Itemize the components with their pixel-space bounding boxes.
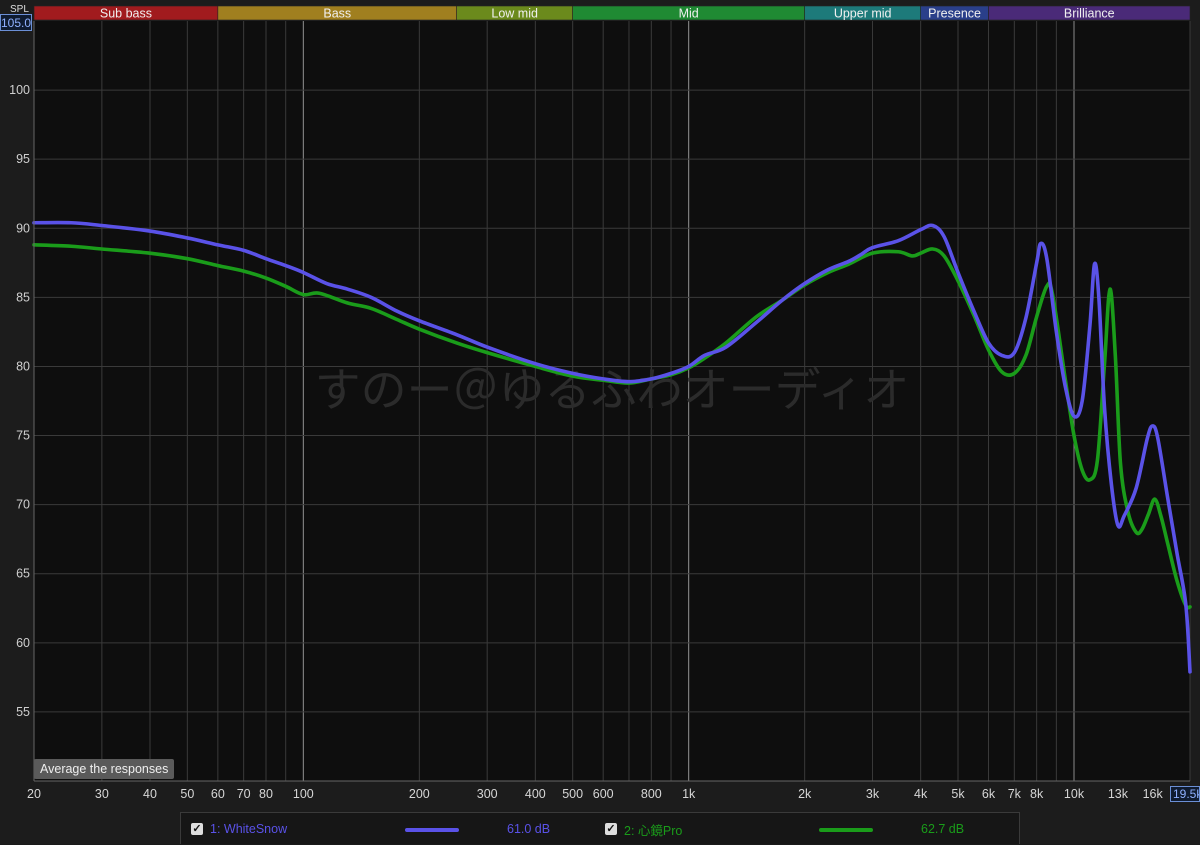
- x-tick-label: 100: [293, 787, 314, 801]
- x-tick-label: 30: [95, 787, 109, 801]
- average-responses-button[interactable]: Average the responses: [34, 759, 175, 779]
- x-tick-label: 50: [180, 787, 194, 801]
- y-tick-label: 55: [16, 705, 30, 719]
- y-tick-label: 90: [16, 221, 30, 235]
- band-label: Upper mid: [834, 7, 892, 21]
- x-tick-label: 300: [477, 787, 498, 801]
- band-label: Mid: [679, 7, 699, 21]
- x-tick-label: 10k: [1064, 787, 1085, 801]
- legend-value-whitesnow: 61.0 dB: [507, 822, 551, 836]
- x-tick-label: 500: [562, 787, 583, 801]
- x-tick-label: 7k: [1008, 787, 1022, 801]
- x-tick-label: 2k: [798, 787, 812, 801]
- x-tick-label: 5k: [951, 787, 965, 801]
- y-tick-label: 100: [9, 83, 30, 97]
- legend-label-whitesnow: 1: WhiteSnow: [210, 822, 288, 836]
- y-tick-label: 95: [16, 152, 30, 166]
- band-label: Low mid: [491, 7, 538, 21]
- checkbox-shinkyo-pro[interactable]: ✓: [605, 823, 617, 835]
- y-tick-label: 70: [16, 498, 30, 512]
- y-tick-label: 60: [16, 636, 30, 650]
- x-right-readout[interactable]: 19.5k: [1170, 786, 1200, 802]
- legend-line-whitesnow: [405, 828, 459, 832]
- legend-label-shinkyo-pro: 2: 心鏡Pro: [624, 823, 683, 838]
- x-tick-label: 400: [525, 787, 546, 801]
- y-tick-label: 85: [16, 290, 30, 304]
- checkbox-whitesnow[interactable]: ✓: [191, 823, 203, 835]
- x-tick-label: 800: [641, 787, 662, 801]
- x-tick-label: 16k: [1143, 787, 1164, 801]
- legend-line-shinkyo-pro: [819, 828, 873, 832]
- frequency-response-app: 55 60 65 70 75 80 85 90 95 100 20 30 40 50 60 70 80 100 20…: [0, 0, 1200, 844]
- x-tick-label: 8k: [1030, 787, 1044, 801]
- x-tick-label: 13k: [1108, 787, 1129, 801]
- legend-panel: ✓ 1: WhiteSnow 61.0 dB ✓ 2: 心鏡Pro 62.7 d…: [180, 812, 1020, 844]
- y-tick-label: 75: [16, 429, 30, 443]
- band-label: Bass: [323, 7, 351, 21]
- legend-value-shinkyo-pro: 62.7 dB: [921, 822, 965, 836]
- y-tick-label: 80: [16, 359, 30, 373]
- x-tick-label: 80: [259, 787, 273, 801]
- y-tick-label: 65: [16, 567, 30, 581]
- legend-item-shinkyo-pro[interactable]: ✓ 2: 心鏡Pro: [605, 813, 682, 845]
- x-tick-label: 6k: [982, 787, 996, 801]
- x-tick-label: 600: [593, 787, 614, 801]
- frequency-response-plot: 55 60 65 70 75 80 85 90 95 100 20 30 40 50 60 70 80 100 20…: [9, 5, 1192, 801]
- x-tick-label: 3k: [866, 787, 880, 801]
- x-tick-label: 60: [211, 787, 225, 801]
- legend-item-whitesnow[interactable]: ✓ 1: WhiteSnow: [191, 813, 287, 845]
- x-tick-label: 200: [409, 787, 430, 801]
- x-tick-label: 20: [27, 787, 41, 801]
- y-top-readout[interactable]: 105.00: [0, 14, 32, 31]
- x-tick-label: 1k: [682, 787, 696, 801]
- x-tick-label: 40: [143, 787, 157, 801]
- x-tick-label: 70: [237, 787, 251, 801]
- band-label: Presence: [928, 7, 981, 21]
- band-label: Sub bass: [100, 7, 152, 21]
- x-tick-label: 4k: [914, 787, 928, 801]
- band-label: Brilliance: [1064, 7, 1115, 21]
- watermark: すのー＠ゆるふわオーディオ: [315, 363, 910, 417]
